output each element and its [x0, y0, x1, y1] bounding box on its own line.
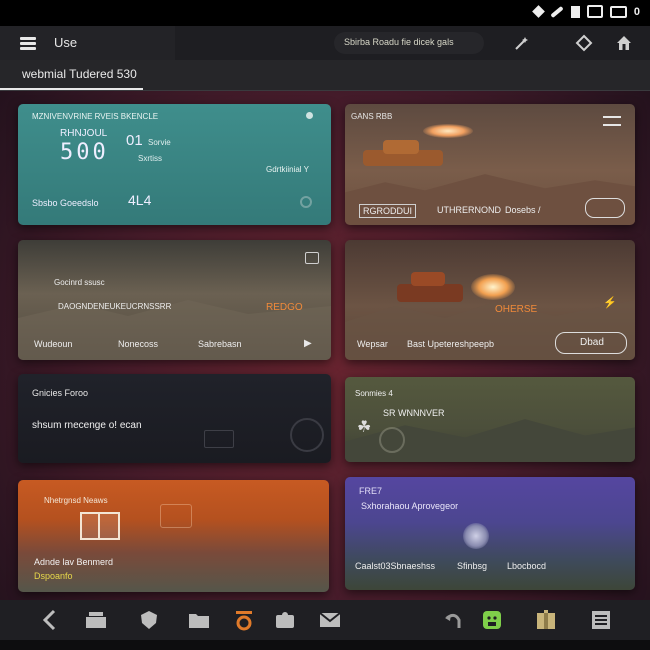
footer-a: Caalst03Sbnaeshss	[355, 561, 436, 571]
stat-value-2: 01	[126, 132, 143, 149]
footer-left: Wepsar	[357, 339, 388, 349]
card-header: MZNIVENVRINE RVEIS BKENCLE	[32, 112, 159, 121]
mail-icon[interactable]	[318, 608, 342, 632]
card-label: shsum rnecenge o! ecan	[32, 420, 142, 431]
card-olive[interactable]: Sonmies 4 SR WNNNVER ☘	[345, 377, 635, 462]
stat-value-2-sub: Sorvie	[148, 138, 171, 147]
tank-image	[397, 268, 463, 304]
card-dark[interactable]: Gnicies Foroo shsum rnecenge o! ecan	[18, 374, 331, 463]
glyph-icon: ☘	[357, 419, 372, 436]
lightning-icon: ⚡	[603, 297, 617, 309]
footer-left: Wudeoun	[34, 339, 73, 349]
refresh-icon[interactable]	[300, 196, 312, 208]
diamond-icon[interactable]	[574, 34, 594, 52]
footer-value: 4L4	[128, 192, 152, 208]
bottom-strip	[0, 640, 650, 650]
play-icon[interactable]: ▶	[304, 338, 312, 349]
toggle-label: Dbad	[580, 337, 604, 348]
footer-a: Adnde lav Benmerd	[34, 557, 114, 567]
app-bar: Use Sbirba Roadu fie dicek gals	[0, 26, 650, 60]
toggle-button[interactable]	[585, 198, 625, 218]
footer-mid: Bast Upetereshpeepb	[407, 339, 495, 349]
puzzle-icon[interactable]	[273, 608, 297, 632]
record-icon[interactable]	[232, 608, 256, 632]
footer-b: Dspoanfo	[34, 571, 73, 581]
card-label-b: DAOGNDENEUKEUCRNSSRR	[58, 302, 172, 311]
card-sunset[interactable]: Nhetrgnsd Neaws Adnde lav Benmerd Dspoan…	[18, 480, 329, 592]
info-dot-icon[interactable]	[306, 112, 313, 119]
muzzle-flash	[423, 124, 473, 138]
tab-active[interactable]: webmial Tudered 530	[0, 60, 143, 90]
footer-c: Dosebs /	[505, 205, 541, 215]
folder-icon[interactable]	[187, 608, 211, 632]
card-purple[interactable]: FRE7 Sxhorahaou Aprovegeor Caalst03Sbnae…	[345, 477, 635, 590]
chart-thumbnail	[204, 430, 234, 448]
ring-icon	[379, 427, 405, 453]
tab-label: webmial Tudered 530	[22, 67, 137, 81]
fog-backdrop	[18, 300, 331, 360]
app-title: Use	[54, 35, 78, 50]
image-icon[interactable]	[305, 252, 319, 264]
footer-b: Sfinbsg	[457, 561, 488, 571]
signal-icon	[532, 5, 545, 18]
card-badge: REDGO	[266, 302, 303, 313]
footer-a: RGRODDUI	[359, 204, 416, 218]
card-label: SR WNNNVER	[383, 408, 445, 418]
card-label: Sxhorahaou Aprovegeor	[361, 501, 459, 511]
sim-icon	[570, 5, 580, 18]
globe-icon[interactable]	[463, 523, 489, 549]
toggle-button[interactable]: Dbad	[555, 332, 627, 354]
wifi-off-icon	[550, 5, 564, 18]
undo-icon[interactable]	[441, 608, 465, 632]
stat-mid-right: Gdrtkiinial Y	[266, 165, 309, 174]
shield-icon[interactable]	[137, 608, 161, 632]
search-text: Sbirba Roadu fie dicek gals	[344, 37, 454, 47]
card-badge: OHERSE	[495, 304, 538, 315]
list-icon[interactable]	[589, 608, 613, 632]
status-bar: 0	[0, 0, 650, 26]
menu-icon[interactable]	[603, 116, 621, 126]
tank-image	[363, 140, 443, 170]
home-icon[interactable]	[614, 34, 634, 52]
card-header: FRE7	[359, 486, 383, 496]
inbox-icon[interactable]	[84, 608, 108, 632]
search-field[interactable]: Sbirba Roadu fie dicek gals	[334, 32, 484, 54]
card-header: Sonmies 4	[355, 389, 393, 398]
explosion-flash	[471, 274, 515, 300]
app-bar-left: Use	[0, 26, 175, 60]
card-tank[interactable]: OHERSE ⚡ Wepsar Bast Upetereshpeepb Dbad	[345, 240, 635, 360]
back-icon[interactable]	[38, 608, 62, 632]
magic-wand-icon[interactable]	[512, 34, 532, 52]
thumbnail-placeholder	[160, 504, 192, 528]
footer-right: Sabrebasn	[198, 339, 242, 349]
tab-bar: webmial Tudered 530	[0, 60, 650, 91]
footer-c: Lbocbocd	[507, 561, 547, 571]
status-icons: 0	[532, 5, 640, 18]
android-icon[interactable]	[480, 608, 504, 632]
footer-mid: Nonecoss	[118, 339, 159, 349]
battery-icon	[609, 5, 627, 18]
status-indicator: 0	[633, 5, 640, 18]
card-header: Nhetrgnsd Neaws	[44, 496, 108, 505]
card-header: Gnicies Foroo	[32, 388, 89, 398]
ring-icon[interactable]	[290, 418, 324, 452]
card-header: GANS RBB	[351, 112, 393, 121]
package-icon[interactable]	[534, 608, 558, 632]
card-stats[interactable]: MZNIVENVRINE RVEIS BKENCLE RHNJOUL 500 0…	[18, 104, 331, 225]
card-battle[interactable]: GANS RBB RGRODDUI UTHRERNOND Dosebs /	[345, 104, 635, 225]
stat-sub: Sxrtiss	[138, 154, 162, 163]
bottom-nav-bar	[0, 600, 650, 640]
stat-big-value: 500	[60, 140, 109, 165]
footer-label: Sbsbo Goeedslo	[32, 198, 99, 208]
cast-icon	[586, 5, 603, 18]
menu-icon[interactable]	[20, 37, 36, 50]
footer-b: UTHRERNOND	[437, 205, 501, 215]
book-icon[interactable]	[80, 512, 120, 540]
stat-label: RHNJOUL	[60, 128, 108, 139]
card-battlefield[interactable]: Gocinrd ssusc DAOGNDENEUKEUCRNSSRR REDGO…	[18, 240, 331, 360]
card-label-a: Gocinrd ssusc	[54, 278, 105, 287]
tab-indicator	[0, 88, 143, 90]
